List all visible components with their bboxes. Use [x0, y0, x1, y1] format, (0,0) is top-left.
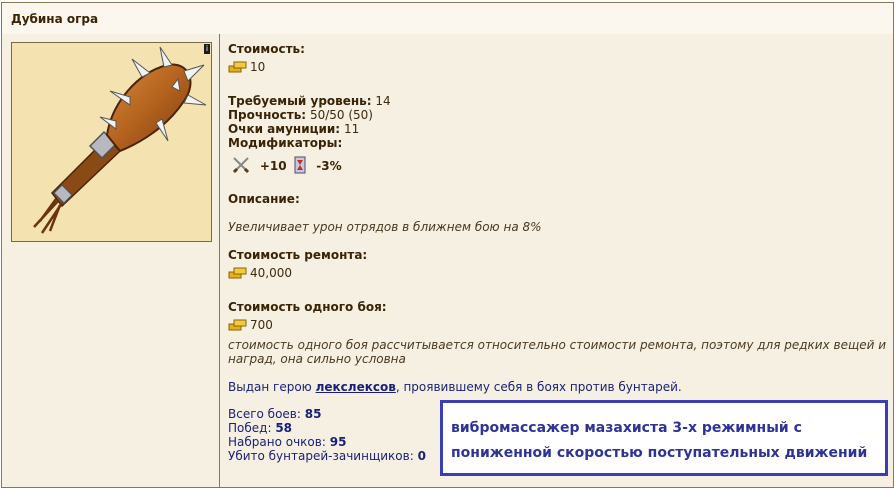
stat-battles: Всего боев: 85: [228, 407, 321, 421]
modifiers-label: Модификаторы:: [228, 136, 343, 150]
stat-battles-value: 85: [304, 407, 322, 421]
annotation-text: вибромассажер мазахиста 3-х режимный с п…: [451, 416, 881, 466]
battle-cost-label: Стоимость одного боя:: [228, 300, 387, 314]
ammo-label: Очки амуниции:: [228, 122, 341, 136]
modifiers-row: +10 -3%: [228, 156, 342, 174]
annotation-line-2: пониженной скоростью поступательных движ…: [451, 445, 868, 461]
battle-cost-value: 700: [250, 318, 273, 332]
description-text: Увеличивает урон отрядов в ближнем бою н…: [228, 220, 542, 234]
item-image: i: [11, 42, 212, 242]
battle-note-line-2: наград, она сильно условна: [228, 352, 406, 366]
stat-wins: Побед: 58: [228, 421, 292, 435]
mod-attack-value: +10: [259, 159, 287, 173]
hero-link[interactable]: лекслексов: [316, 380, 396, 394]
ogre-club-icon: [33, 46, 207, 234]
repair-row: 40,000: [228, 266, 292, 280]
ammo-value: 11: [343, 122, 360, 136]
stat-points: Набрано очков: 95: [228, 435, 346, 449]
title-bar: Дубина огра: [1, 2, 894, 35]
durability-label: Прочность:: [228, 108, 307, 122]
stat-battles-label: Всего боев:: [228, 407, 301, 421]
mod-speed-value: -3%: [316, 159, 342, 173]
ammo-row: Очки амуниции: 11: [228, 122, 359, 136]
stat-killed: Убито бунтарей-зачинщиков: 0: [228, 449, 426, 463]
level-row: Требуемый уровень: 14: [228, 94, 391, 108]
item-title: Дубина огра: [11, 12, 99, 26]
battle-note-line-1: стоимость одного боя рассчитывается отно…: [228, 338, 887, 352]
cost-value: 10: [250, 60, 266, 74]
stat-points-label: Набрано очков:: [228, 435, 326, 449]
level-label: Требуемый уровень:: [228, 94, 372, 108]
gold-icon: [228, 61, 247, 73]
repair-value: 40,000: [250, 266, 292, 280]
stat-wins-value: 58: [275, 421, 293, 435]
annotation-line-1: вибромассажер мазахиста 3-х режимный с: [451, 420, 802, 436]
gold-icon: [228, 267, 247, 279]
item-window: Дубина огра i Стоимость: 10 Требуемый ур…: [0, 0, 894, 488]
gold-icon: [228, 319, 247, 331]
stat-wins-label: Побед:: [228, 421, 272, 435]
annotation-box: вибромассажер мазахиста 3-х режимный с п…: [440, 400, 888, 476]
issued-line: Выдан герою лекслексов, проявившему себя…: [228, 380, 682, 394]
battle-cost-row: 700: [228, 318, 273, 332]
level-value: 14: [375, 94, 391, 108]
stat-killed-label: Убито бунтарей-зачинщиков:: [228, 449, 414, 463]
repair-label: Стоимость ремонта:: [228, 248, 368, 262]
cost-row: 10: [228, 60, 265, 74]
info-icon[interactable]: i: [204, 44, 210, 54]
issued-suffix: , проявившему себя в боях против бунтаре…: [395, 380, 682, 394]
stat-points-value: 95: [329, 435, 347, 449]
description-label: Описание:: [228, 192, 300, 206]
stat-killed-value: 0: [417, 449, 426, 463]
crossed-swords-icon: [232, 157, 250, 174]
durability-row: Прочность: 50/50 (50): [228, 108, 373, 122]
cost-label: Стоимость:: [228, 42, 305, 56]
image-column: i: [2, 34, 220, 488]
issued-prefix: Выдан герою: [228, 380, 316, 394]
hourglass-icon: [294, 156, 306, 174]
durability-value: 50/50 (50): [309, 108, 373, 122]
